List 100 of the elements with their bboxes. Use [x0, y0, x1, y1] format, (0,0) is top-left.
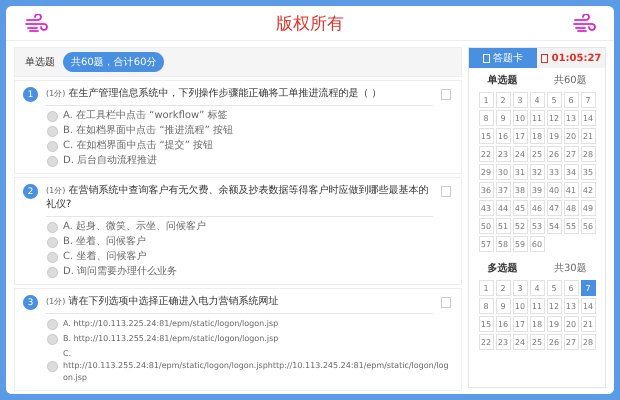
question-number-cell[interactable]: 18: [530, 316, 544, 332]
option-text[interactable]: C. 在如档界面中点击 “提交” 按钮: [63, 140, 214, 152]
radio-button[interactable]: [47, 222, 58, 232]
question-number-cell[interactable]: 59: [512, 236, 528, 252]
question-number-cell[interactable]: 17: [512, 316, 528, 332]
question-number-cell[interactable]: 39: [530, 182, 544, 198]
question-number-cell[interactable]: 47: [546, 200, 562, 216]
question-number-cell[interactable]: 58: [496, 236, 510, 252]
question-number-cell[interactable]: 23: [496, 146, 510, 162]
question-number-cell[interactable]: 45: [512, 200, 528, 216]
mark-checkbox[interactable]: [441, 297, 451, 308]
question-number-cell[interactable]: 24: [512, 334, 528, 350]
question-number-cell[interactable]: 25: [530, 146, 544, 162]
question-number-cell[interactable]: 23: [496, 334, 510, 350]
question-number-cell[interactable]: 53: [530, 218, 544, 234]
question-number-cell[interactable]: 8: [478, 298, 494, 314]
mark-checkbox[interactable]: [441, 89, 451, 100]
question-number-cell[interactable]: 35: [580, 164, 596, 180]
question-number-cell[interactable]: 20: [564, 128, 578, 144]
question-number-cell[interactable]: 33: [546, 164, 562, 180]
question-number-cell[interactable]: 3: [512, 280, 528, 296]
option-text[interactable]: A. 起身、微笑、示坐、问候客户: [63, 221, 206, 233]
question-number-cell[interactable]: 12: [546, 298, 562, 314]
answer-card-tab[interactable]: 答题卡: [469, 48, 537, 68]
option-text[interactable]: B. http://10.113.255.24:81/epm/static/logon/logon.jsp: [63, 333, 278, 345]
question-number-cell[interactable]: 4: [530, 92, 544, 108]
question-number-cell[interactable]: 50: [478, 218, 494, 234]
question-number-cell[interactable]: 15: [478, 128, 494, 144]
question-number-cell[interactable]: 54: [546, 218, 562, 234]
question-number-cell[interactable]: 32: [530, 164, 544, 180]
question-number-cell[interactable]: 16: [496, 316, 510, 332]
question-number-cell[interactable]: 37: [496, 182, 510, 198]
radio-button[interactable]: [47, 140, 58, 152]
question-number-cell[interactable]: 55: [564, 218, 578, 234]
question-number-cell[interactable]: 52: [512, 218, 528, 234]
question-number-cell[interactable]: 12: [546, 110, 562, 126]
mark-checkbox[interactable]: [441, 186, 451, 197]
question-number-cell[interactable]: 42: [580, 182, 596, 198]
question-number-cell[interactable]: 9: [496, 110, 510, 126]
question-number-cell[interactable]: 22: [478, 146, 494, 162]
question-number-cell[interactable]: 40: [546, 182, 562, 198]
question-number-cell[interactable]: 25: [530, 334, 544, 350]
question-number-cell[interactable]: 18: [530, 128, 544, 144]
question-number-cell[interactable]: 5: [546, 280, 562, 296]
question-number-cell[interactable]: 38: [512, 182, 528, 198]
question-number-cell[interactable]: 6: [564, 92, 578, 108]
question-number-cell[interactable]: 13: [564, 298, 578, 314]
option-text[interactable]: B. 在如档界面中点击 “推进流程” 按钮: [63, 125, 233, 137]
question-number-cell[interactable]: 4: [530, 280, 544, 296]
question-number-cell[interactable]: 7: [580, 280, 596, 296]
question-number-cell[interactable]: 1: [478, 92, 494, 108]
option-text[interactable]: C. http://10.113.255.24:81/epm/static/logon/logon.jsphttp://10.113.245.24:81/epm/static/logon/logon.jsp: [63, 348, 451, 384]
radio-button[interactable]: [47, 266, 58, 278]
radio-button[interactable]: [47, 156, 58, 166]
question-number-cell[interactable]: 46: [530, 200, 544, 216]
question-number-cell[interactable]: 6: [564, 280, 578, 296]
question-number-cell[interactable]: 29: [478, 164, 494, 180]
question-number-cell[interactable]: 7: [580, 92, 596, 108]
question-number-cell[interactable]: 31: [512, 164, 528, 180]
radio-button[interactable]: [47, 252, 58, 262]
option-text[interactable]: A. 在工具栏中点击 “workflow” 标签: [63, 110, 228, 122]
question-number-cell[interactable]: 2: [496, 92, 510, 108]
question-number-cell[interactable]: 34: [564, 164, 578, 180]
option-text[interactable]: B. 坐着、问候客户: [63, 236, 146, 248]
question-number-cell[interactable]: 24: [512, 146, 528, 162]
option-text[interactable]: C. 坐着、问候客户: [63, 251, 146, 263]
option-text[interactable]: D. 询问需要办理什么业务: [63, 266, 178, 278]
question-number-cell[interactable]: 43: [478, 200, 494, 216]
question-number-cell[interactable]: 2: [496, 280, 510, 296]
question-number-cell[interactable]: 14: [580, 110, 596, 126]
option-text[interactable]: A. http://10.113.225.24:81/epm/static/logon/logon.jsp: [63, 318, 278, 330]
question-number-cell[interactable]: 13: [564, 110, 578, 126]
question-number-cell[interactable]: 56: [580, 218, 596, 234]
question-number-cell[interactable]: 5: [546, 92, 562, 108]
radio-button[interactable]: [47, 318, 58, 330]
question-number-cell[interactable]: 19: [546, 128, 562, 144]
question-number-cell[interactable]: 17: [512, 128, 528, 144]
radio-button[interactable]: [47, 360, 58, 372]
question-number-cell[interactable]: 8: [478, 110, 494, 126]
question-number-cell[interactable]: 27: [564, 334, 578, 350]
question-number-cell[interactable]: 3: [512, 92, 528, 108]
question-number-cell[interactable]: 22: [478, 334, 494, 350]
question-number-cell[interactable]: 30: [496, 164, 510, 180]
question-number-cell[interactable]: 21: [580, 316, 596, 332]
question-number-cell[interactable]: 60: [530, 236, 544, 252]
question-number-cell[interactable]: 28: [580, 334, 596, 350]
radio-button[interactable]: [47, 110, 58, 122]
question-number-cell[interactable]: 11: [530, 110, 544, 126]
question-number-cell[interactable]: 41: [564, 182, 578, 198]
radio-button[interactable]: [47, 334, 58, 344]
radio-button[interactable]: [47, 236, 58, 248]
question-number-cell[interactable]: 48: [564, 200, 578, 216]
question-number-cell[interactable]: 36: [478, 182, 494, 198]
question-number-cell[interactable]: 14: [580, 298, 596, 314]
question-number-cell[interactable]: 26: [546, 334, 562, 350]
question-number-cell[interactable]: 20: [564, 316, 578, 332]
question-number-cell[interactable]: 51: [496, 218, 510, 234]
question-number-cell[interactable]: 11: [530, 298, 544, 314]
question-number-cell[interactable]: 10: [512, 110, 528, 126]
question-number-cell[interactable]: 28: [580, 146, 596, 162]
